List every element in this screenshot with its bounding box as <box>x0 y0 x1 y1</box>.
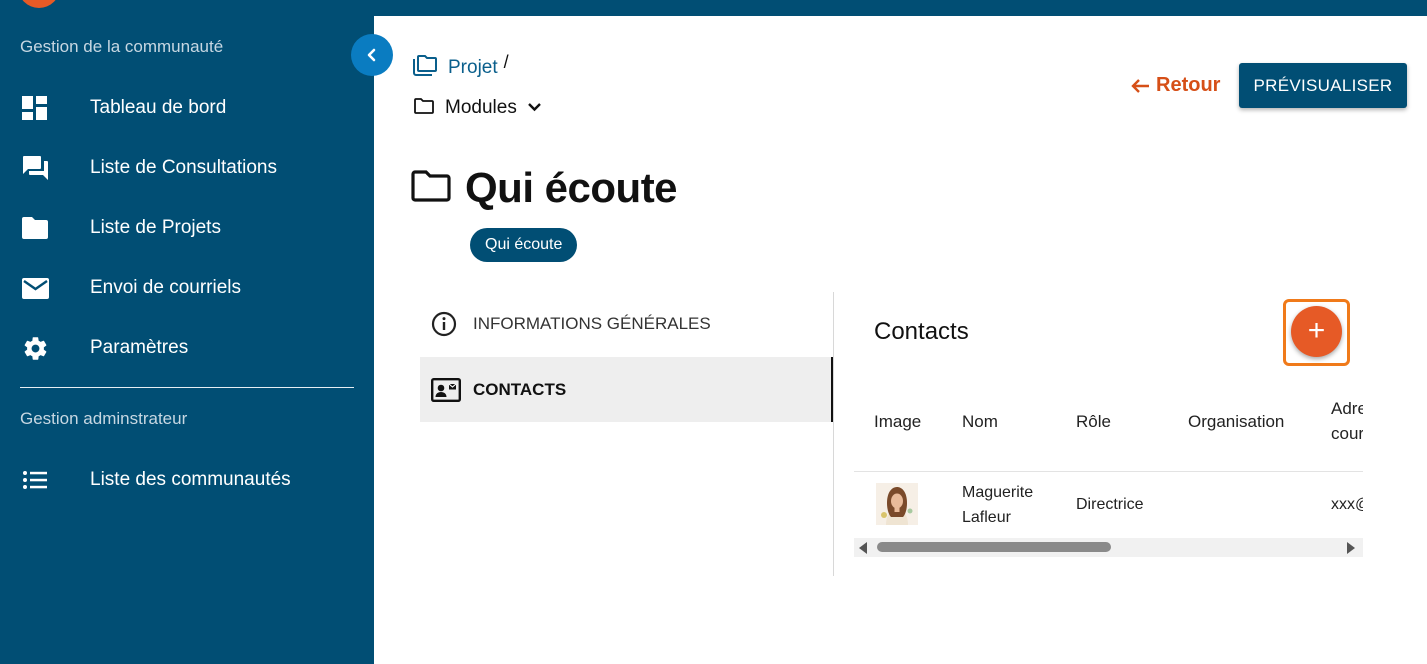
sidebar: Gestion de la communauté Tableau de bord… <box>0 16 374 664</box>
tab-label: INFORMATIONS GÉNÉRALES <box>473 313 711 333</box>
contact-name-last: Lafleur <box>962 509 1011 526</box>
app-logo[interactable] <box>18 0 60 8</box>
column-header-name: Nom <box>962 412 998 431</box>
chevron-down-icon <box>527 99 542 117</box>
tab-contacts[interactable]: CONTACTS <box>420 357 834 422</box>
sidebar-item-consultations[interactable]: Liste de Consultations <box>0 142 374 194</box>
contacts-table: Image Nom Rôle Organisation Adresse cour… <box>854 390 1363 540</box>
arrow-left-icon <box>1131 78 1149 93</box>
mail-icon <box>21 274 49 302</box>
avatar <box>874 481 920 527</box>
header-row-divider <box>854 471 1363 472</box>
breadcrumb: Projet / <box>413 52 509 81</box>
page-title: Qui écoute <box>465 164 678 211</box>
preview-button[interactable]: PRÉVISUALISER <box>1239 63 1407 108</box>
dashboard-icon <box>21 94 49 122</box>
contact-card-icon <box>431 377 461 402</box>
folder-stack-icon <box>413 54 438 81</box>
tab-label: CONTACTS <box>473 379 567 399</box>
panel-divider <box>833 292 834 576</box>
column-header-role: Rôle <box>1076 412 1111 431</box>
back-label: Retour <box>1156 74 1221 96</box>
column-header-email: Adresse courriel <box>1331 399 1363 443</box>
sidebar-item-communities[interactable]: Liste des communautés <box>0 454 374 506</box>
folder-outline-icon <box>414 97 434 119</box>
sidebar-item-label: Liste de Consultations <box>90 157 277 178</box>
sidebar-item-projects[interactable]: Liste de Projets <box>0 202 374 254</box>
forum-icon <box>21 154 49 182</box>
column-header-organisation: Organisation <box>1188 412 1285 431</box>
info-icon <box>431 311 457 337</box>
sidebar-item-label: Envoi de courriels <box>90 277 242 298</box>
chevron-left-icon <box>367 48 376 62</box>
table-horizontal-scrollbar[interactable] <box>854 538 1363 557</box>
modules-dropdown[interactable]: Modules <box>414 97 542 119</box>
folder-icon <box>21 214 49 242</box>
sidebar-item-emails[interactable]: Envoi de courriels <box>0 262 374 314</box>
column-header-image: Image <box>874 412 922 431</box>
sidebar-divider <box>20 387 354 388</box>
list-icon <box>21 466 49 494</box>
contact-name-first: Maguerite <box>962 484 1034 501</box>
modules-label: Modules <box>445 97 517 118</box>
tab-general-info[interactable]: INFORMATIONS GÉNÉRALES <box>420 291 832 356</box>
page-header: Qui écoute <box>411 164 678 212</box>
back-button[interactable]: Retour <box>1130 74 1220 97</box>
sidebar-item-settings[interactable]: Paramètres <box>0 322 374 374</box>
contact-email: xxx@ <box>1331 496 1363 513</box>
sidebar-section-admin: Gestion adminstrateur <box>20 409 188 428</box>
sidebar-section-community: Gestion de la communauté <box>20 37 224 56</box>
sidebar-item-label: Liste des communautés <box>90 469 291 490</box>
add-contact-button[interactable]: + <box>1291 306 1342 357</box>
sidebar-item-dashboard[interactable]: Tableau de bord <box>0 82 374 134</box>
top-bar <box>0 0 1427 16</box>
sidebar-item-label: Liste de Projets <box>90 217 221 238</box>
module-chip: Qui écoute <box>470 228 578 262</box>
contact-role: Directrice <box>1076 496 1144 513</box>
scroll-left-arrow-icon[interactable] <box>859 542 867 554</box>
breadcrumb-separator: / <box>503 52 509 72</box>
sidebar-collapse-button[interactable] <box>351 34 393 76</box>
contacts-heading: Contacts <box>874 318 969 345</box>
breadcrumb-projet-link[interactable]: Projet <box>448 57 498 79</box>
sidebar-item-label: Tableau de bord <box>90 97 227 118</box>
gear-icon <box>21 334 49 362</box>
folder-outline-icon <box>411 169 451 207</box>
scroll-right-arrow-icon[interactable] <box>1347 542 1355 554</box>
plus-icon: + <box>1307 313 1326 347</box>
scrollbar-thumb[interactable] <box>877 542 1111 552</box>
sidebar-item-label: Paramètres <box>90 337 189 358</box>
